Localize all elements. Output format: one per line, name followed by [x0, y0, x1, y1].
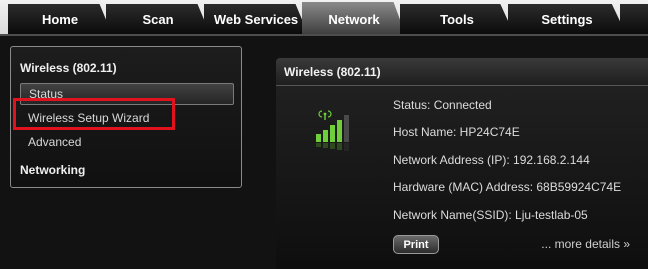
panel-title: Wireless (802.11): [284, 65, 381, 79]
tab-scan[interactable]: Scan: [106, 4, 210, 34]
print-button[interactable]: Print: [393, 235, 439, 254]
panel-header: Wireless (802.11): [276, 58, 648, 86]
tab-tools[interactable]: Tools: [400, 4, 514, 34]
more-details-link[interactable]: ... more details »: [541, 237, 630, 251]
tab-settings[interactable]: Settings: [508, 4, 626, 34]
tab-home[interactable]: Home: [8, 4, 112, 34]
nav-heading-networking[interactable]: Networking: [20, 163, 85, 177]
tab-network[interactable]: Network: [302, 2, 406, 36]
ip-address-text: Network Address (IP): 192.168.2.144: [393, 153, 590, 167]
mac-address-text: Hardware (MAC) Address: 68B59924C74E: [393, 180, 622, 194]
nav-heading-wireless: Wireless (802.11): [20, 61, 117, 75]
tab-bar-end: [620, 4, 648, 34]
wifi-signal-icon: [316, 110, 349, 151]
tab-bar-divider: [0, 34, 648, 36]
status-text: Status: Connected: [393, 98, 492, 112]
nav-item-advanced[interactable]: Advanced: [20, 131, 234, 153]
highlight-box: [13, 98, 175, 130]
tab-web-services[interactable]: Web Services: [204, 4, 308, 34]
wireless-status-panel: Wireless (802.11) Status: Connected Host…: [276, 58, 648, 269]
top-tab-bar: Home Scan Web Services Network Tools Set…: [0, 0, 648, 36]
host-name-text: Host Name: HP24C74E: [393, 125, 520, 139]
ssid-text: Network Name(SSID): Lju-testlab-05: [393, 208, 588, 222]
